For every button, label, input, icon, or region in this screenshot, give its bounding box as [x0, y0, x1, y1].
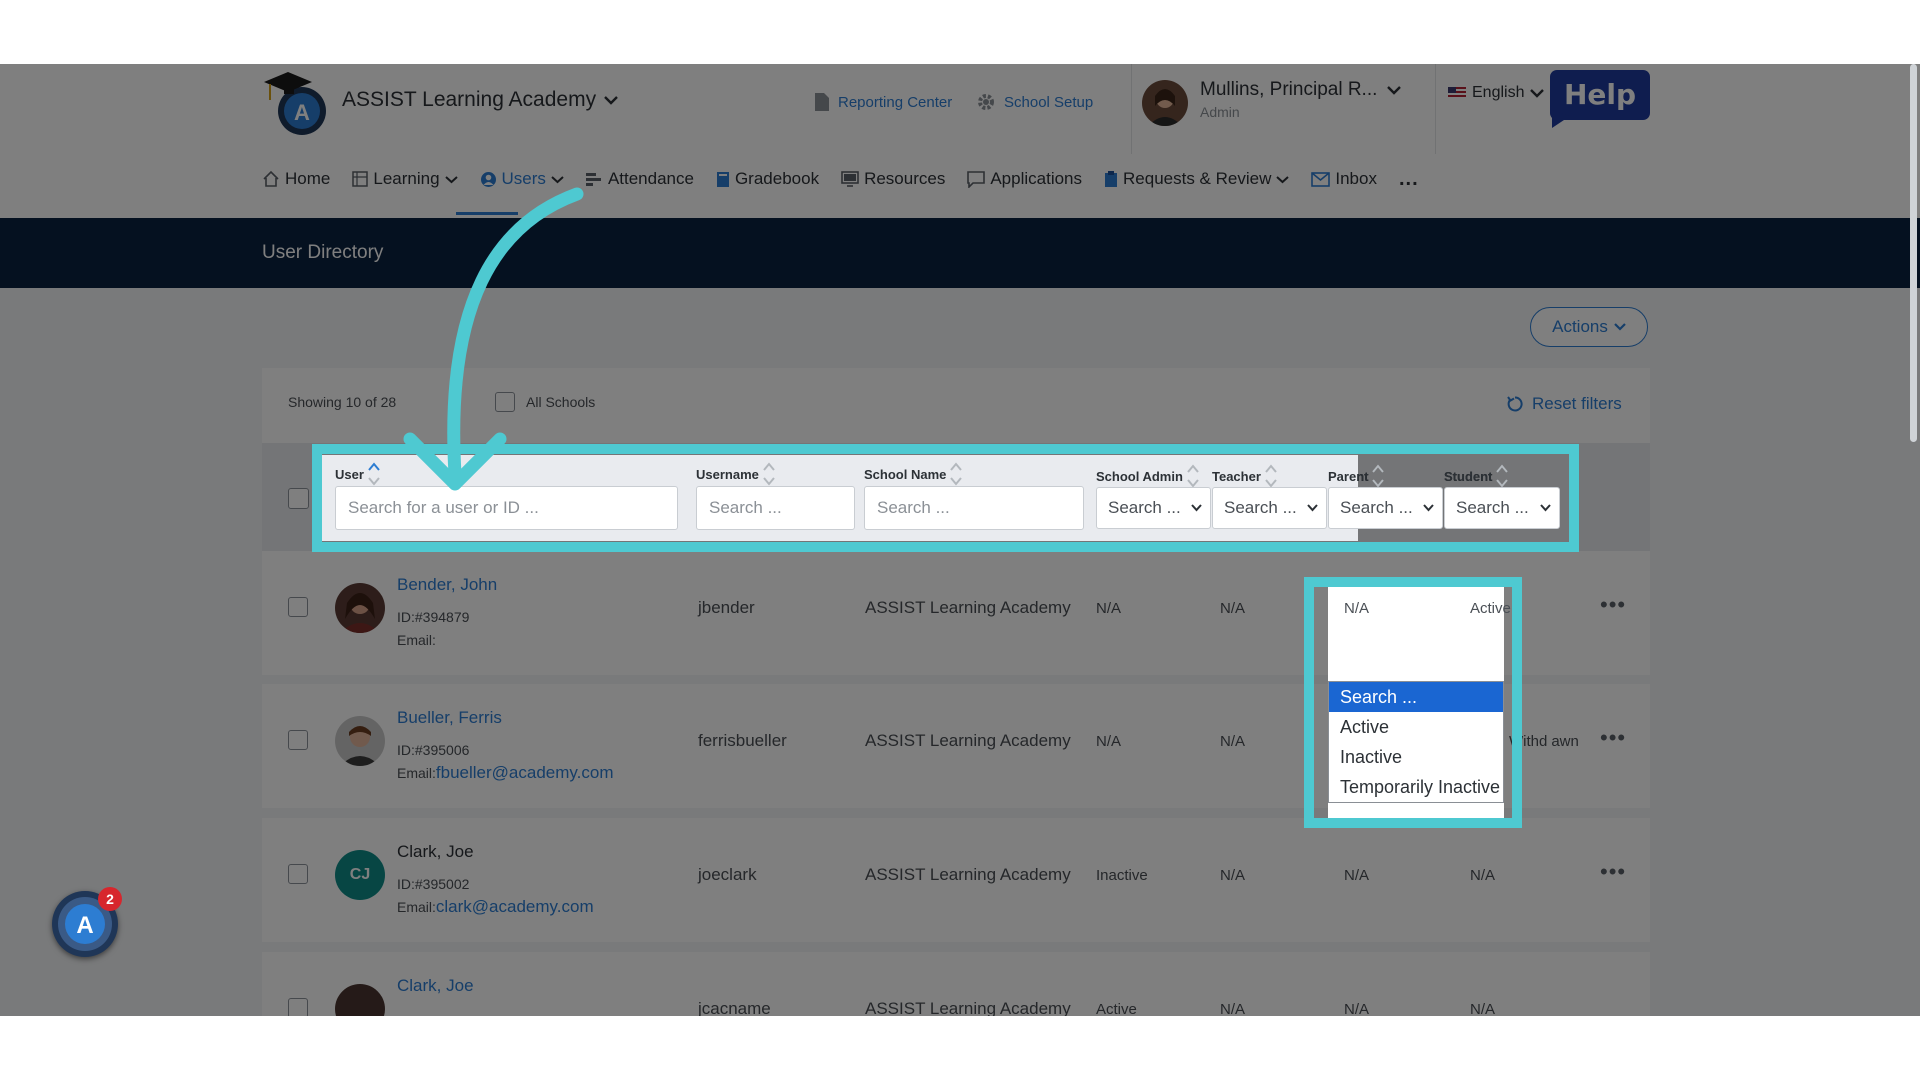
scrollbar-thumb[interactable] [1910, 64, 1917, 442]
svg-text:A: A [76, 912, 93, 939]
tutorial-arrow-icon [403, 187, 584, 491]
app-frame: A ASSIST Learning Academy Reporting Cent… [0, 64, 1920, 1016]
notification-badge: 2 [98, 887, 122, 911]
dropdown-highlight-frame [1304, 577, 1522, 828]
